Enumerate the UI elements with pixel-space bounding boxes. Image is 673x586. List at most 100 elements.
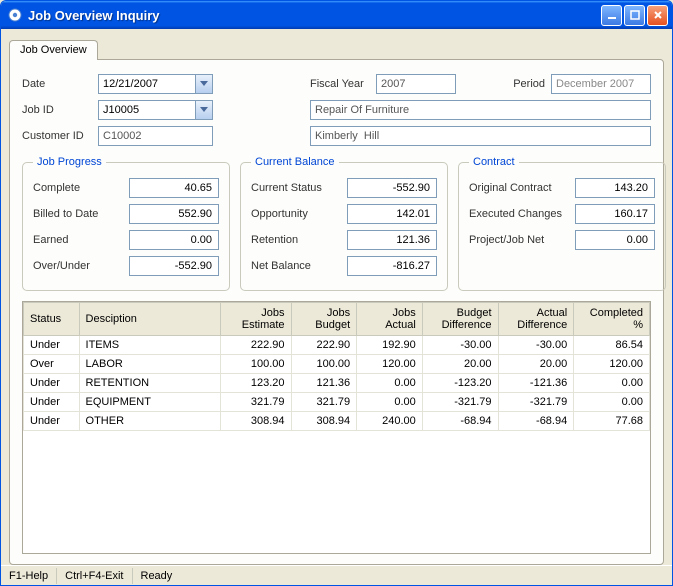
status-ready: Ready [133,568,181,584]
opportunity-label: Opportunity [251,208,341,220]
overunder-field [129,256,219,276]
cell-comp: 77.68 [574,412,650,431]
project-net-label: Project/Job Net [469,234,569,246]
col-comp[interactable]: Completed % [574,303,650,336]
cell-estimate: 100.00 [220,355,291,374]
earned-field [129,230,219,250]
cell-adiff: 20.00 [498,355,574,374]
table-row[interactable]: UnderEQUIPMENT321.79321.790.00-321.79-32… [24,393,650,412]
cell-desc: EQUIPMENT [79,393,220,412]
cell-estimate: 308.94 [220,412,291,431]
exec-changes-field [575,204,655,224]
app-icon [7,7,23,23]
col-adiff[interactable]: Actual Difference [498,303,574,336]
cell-actual: 120.00 [357,355,423,374]
overunder-label: Over/Under [33,260,123,272]
cell-adiff: -321.79 [498,393,574,412]
balance-legend: Current Balance [251,156,339,168]
col-desc[interactable]: Desciption [79,303,220,336]
date-value: 12/21/2007 [103,78,195,90]
cell-actual: 192.90 [357,336,423,355]
customer-name-field [310,126,651,146]
chevron-down-icon[interactable] [195,101,212,119]
orig-contract-field [575,178,655,198]
cell-comp: 120.00 [574,355,650,374]
table-row[interactable]: UnderRETENTION123.20121.360.00-123.20-12… [24,374,650,393]
current-balance-group: Current Balance Current Status Opportuni… [240,156,448,291]
tab-job-overview[interactable]: Job Overview [9,40,98,60]
table-row[interactable]: UnderITEMS222.90222.90192.90-30.00-30.00… [24,336,650,355]
cell-comp: 86.54 [574,336,650,355]
contract-group: Contract Original Contract Executed Chan… [458,156,666,291]
fiscal-year-field[interactable] [376,74,456,94]
date-combo[interactable]: 12/21/2007 [98,74,213,94]
customer-id-field[interactable] [98,126,213,146]
titlebar[interactable]: Job Overview Inquiry [1,1,672,29]
cell-actual: 0.00 [357,374,423,393]
cell-bdiff: 20.00 [422,355,498,374]
application-window: Job Overview Inquiry Job Overview Date 1… [0,0,673,586]
cell-desc: RETENTION [79,374,220,393]
netbalance-field [347,256,437,276]
main-panel: Date 12/21/2007 Job ID J10005 [9,59,664,565]
cell-adiff: -68.94 [498,412,574,431]
cell-status: Under [24,393,80,412]
cell-adiff: -121.36 [498,374,574,393]
fiscal-label: Fiscal Year [310,78,370,90]
period-label: Period [505,78,545,90]
date-label: Date [22,78,92,90]
period-field [551,74,651,94]
cell-desc: LABOR [79,355,220,374]
jobid-combo[interactable]: J10005 [98,100,213,120]
cell-budget: 222.90 [291,336,357,355]
complete-field [129,178,219,198]
earned-label: Earned [33,234,123,246]
job-table[interactable]: Status Desciption Jobs Estimate Jobs Bud… [22,301,651,554]
minimize-button[interactable] [601,5,622,26]
cell-comp: 0.00 [574,393,650,412]
cell-budget: 308.94 [291,412,357,431]
status-field [347,178,437,198]
custid-label: Customer ID [22,130,92,142]
exec-changes-label: Executed Changes [469,208,569,220]
table-row[interactable]: UnderOTHER308.94308.94240.00-68.94-68.94… [24,412,650,431]
status-bar: F1-Help Ctrl+F4-Exit Ready [1,565,672,585]
retention-field [347,230,437,250]
cell-bdiff: -30.00 [422,336,498,355]
col-estimate[interactable]: Jobs Estimate [220,303,291,336]
cell-status: Under [24,374,80,393]
contract-legend: Contract [469,156,519,168]
job-progress-legend: Job Progress [33,156,106,168]
col-status[interactable]: Status [24,303,80,336]
col-budget[interactable]: Jobs Budget [291,303,357,336]
maximize-button[interactable] [624,5,645,26]
col-actual[interactable]: Jobs Actual [357,303,423,336]
close-button[interactable] [647,5,668,26]
cell-comp: 0.00 [574,374,650,393]
cell-desc: OTHER [79,412,220,431]
cell-adiff: -30.00 [498,336,574,355]
col-bdiff[interactable]: Budget Difference [422,303,498,336]
tab-strip: Job Overview [9,37,664,59]
opportunity-field [347,204,437,224]
orig-contract-label: Original Contract [469,182,569,194]
jobid-value: J10005 [103,104,195,116]
cell-bdiff: -123.20 [422,374,498,393]
cell-status: Under [24,336,80,355]
status-label: Current Status [251,182,341,194]
complete-label: Complete [33,182,123,194]
billed-field [129,204,219,224]
cell-budget: 100.00 [291,355,357,374]
job-progress-group: Job Progress Complete Billed to Date Ear… [22,156,230,291]
retention-label: Retention [251,234,341,246]
jobid-label: Job ID [22,104,92,116]
table-row[interactable]: OverLABOR100.00100.00120.0020.0020.00120… [24,355,650,374]
cell-bdiff: -321.79 [422,393,498,412]
chevron-down-icon[interactable] [195,75,212,93]
project-net-field [575,230,655,250]
cell-budget: 321.79 [291,393,357,412]
window-title: Job Overview Inquiry [28,8,601,23]
cell-status: Over [24,355,80,374]
cell-status: Under [24,412,80,431]
cell-estimate: 321.79 [220,393,291,412]
